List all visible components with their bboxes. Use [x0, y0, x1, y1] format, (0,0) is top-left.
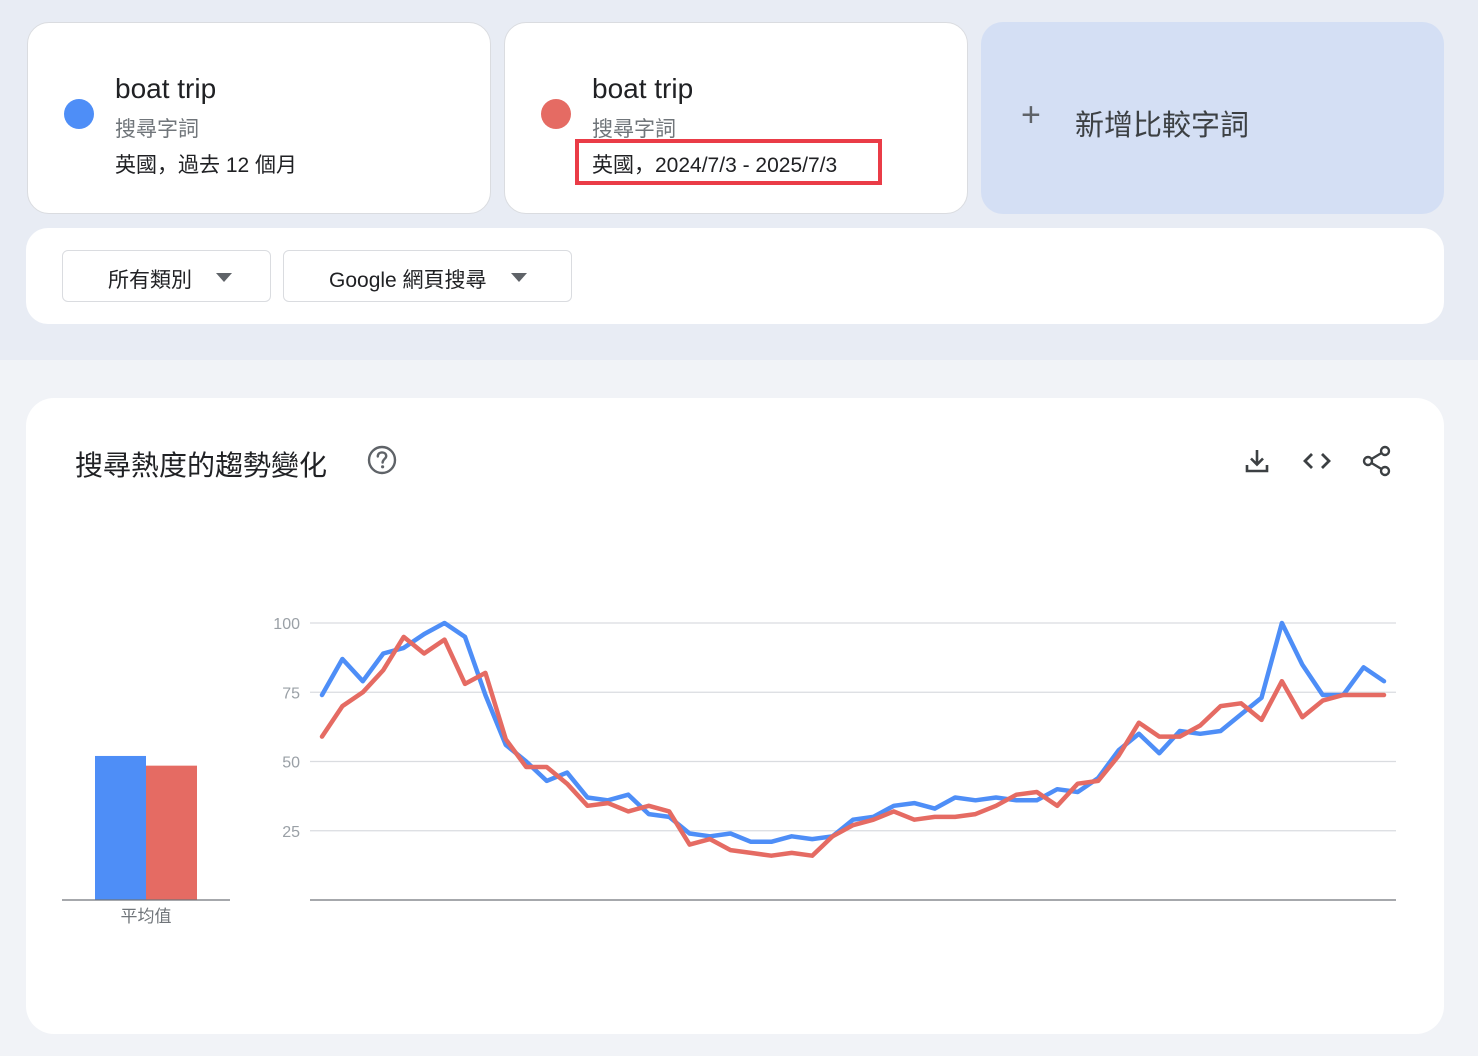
series-color-dot	[64, 99, 94, 129]
series-line-2	[319, 634, 1387, 858]
search-type-dropdown[interactable]: Google 網頁搜尋	[283, 250, 572, 302]
series-line-1	[319, 620, 1387, 845]
term-name: boat trip	[592, 73, 694, 104]
interest-over-time-panel: 搜尋熱度的趨勢變化 25 50 75 100 平均值	[26, 398, 1444, 1034]
trend-chart: 25 50 75 100 平均值	[62, 616, 1396, 926]
y-tick-label: 100	[273, 616, 300, 633]
category-dropdown-label: 所有類別	[108, 269, 192, 292]
add-compare-button[interactable]: + 新增比較字詞	[981, 22, 1444, 214]
y-tick-label: 50	[282, 755, 300, 772]
term-card-1[interactable]: boat trip 搜尋字詞 英國，過去 12 個月	[27, 22, 491, 214]
term-type: 搜尋字詞	[115, 118, 199, 141]
filter-bar: 所有類別 Google 網頁搜尋	[26, 228, 1444, 324]
caret-down-icon	[216, 273, 232, 282]
y-tick-label: 75	[282, 685, 300, 702]
series-color-dot	[541, 99, 571, 129]
plus-icon: +	[1021, 96, 1041, 134]
category-dropdown[interactable]: 所有類別	[62, 250, 271, 302]
y-tick-label: 25	[282, 824, 300, 841]
average-bar-1	[95, 755, 146, 900]
term-region-period[interactable]: 英國，過去 12 個月	[115, 149, 297, 179]
average-label: 平均值	[121, 907, 172, 926]
add-compare-label: 新增比較字詞	[1075, 110, 1250, 142]
term-card-2[interactable]: boat trip 搜尋字詞 英國，2024/7/3 - 2025/7/3	[504, 22, 968, 214]
highlight-annotation-box	[575, 139, 882, 185]
term-name: boat trip	[115, 73, 217, 104]
caret-down-icon	[511, 273, 527, 282]
search-type-dropdown-label: Google 網頁搜尋	[329, 269, 487, 292]
average-bar-2	[146, 765, 197, 900]
